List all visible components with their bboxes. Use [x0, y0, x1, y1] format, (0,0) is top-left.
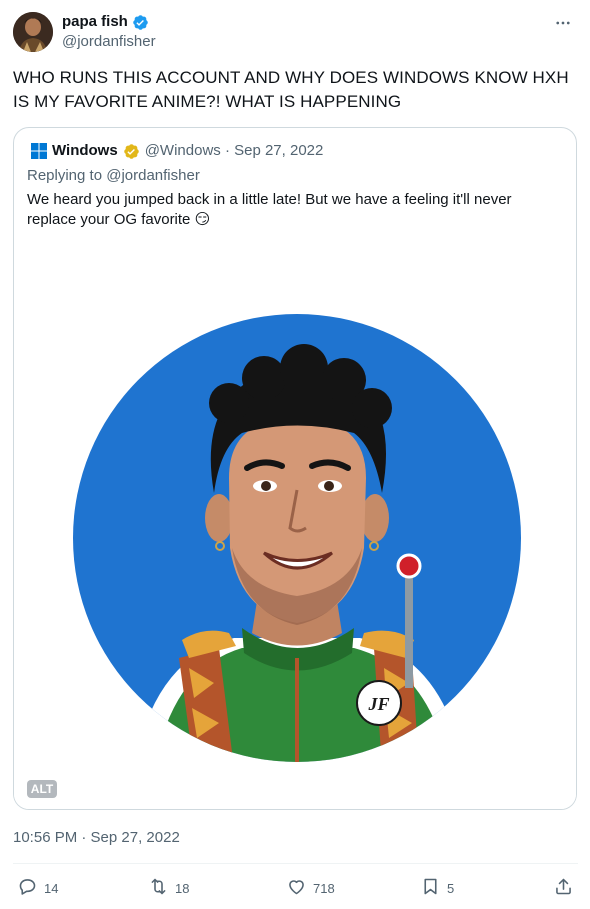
reply-count: 14 [44, 880, 59, 896]
like-count: 718 [313, 880, 335, 896]
tweet: papa fish @jordanfisher WHO RUNS THIS AC… [0, 0, 590, 909]
gold-check-icon [123, 143, 140, 160]
quoted-header: Windows @Windows · Sep 27, 2022 [31, 141, 323, 161]
share-icon [553, 876, 574, 900]
author-display-name[interactable]: papa fish [62, 13, 128, 31]
bookmark-icon [420, 876, 441, 900]
more-icon[interactable] [552, 12, 574, 34]
like-icon [286, 876, 307, 900]
repost-count: 18 [175, 880, 190, 896]
image-badge-mark: JF [367, 694, 389, 714]
author-handle[interactable]: @jordanfisher [62, 33, 156, 51]
verified-badge-icon [132, 14, 149, 31]
divider [13, 863, 578, 864]
repost-button[interactable]: 18 [148, 874, 189, 902]
replying-to: Replying to @jordanfisher [27, 167, 200, 184]
quoted-display-name[interactable]: Windows [52, 141, 118, 161]
like-button[interactable]: 718 [286, 874, 335, 902]
quoted-handle-date[interactable]: @Windows · Sep 27, 2022 [145, 141, 324, 161]
avatar[interactable] [13, 12, 53, 52]
author-name-row: papa fish [62, 13, 149, 31]
quoted-text: We heard you jumped back in a little lat… [27, 191, 512, 228]
quoted-tweet[interactable]: Windows @Windows · Sep 27, 2022 Replying… [13, 127, 577, 810]
tweet-text: WHO RUNS THIS ACCOUNT AND WHY DOES WINDO… [13, 68, 569, 111]
windows-logo-icon [31, 143, 47, 159]
repost-icon [148, 876, 169, 900]
share-button[interactable] [553, 874, 574, 902]
reply-icon [17, 876, 38, 900]
action-bar: 14 18 718 5 [0, 874, 590, 902]
reply-button[interactable]: 14 [17, 874, 58, 902]
alt-badge[interactable]: ALT [27, 780, 57, 798]
quoted-image[interactable]: JF [14, 228, 576, 809]
bookmark-button[interactable]: 5 [420, 874, 454, 902]
bookmark-count: 5 [447, 880, 455, 896]
timestamp[interactable]: 10:56 PM · Sep 27, 2022 [13, 828, 180, 848]
